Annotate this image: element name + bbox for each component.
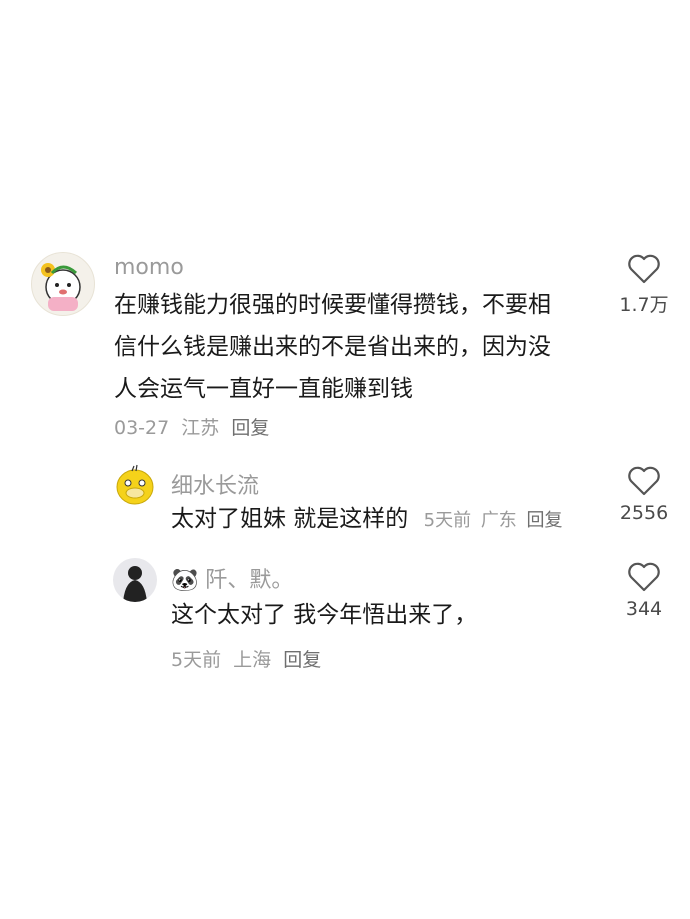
reply-username[interactable]: 阡、默。 bbox=[205, 568, 293, 593]
comment-text-line: 信什么钱是赚出来的不是省出来的，因为没 bbox=[114, 334, 551, 360]
heart-icon bbox=[628, 562, 660, 592]
comment-text-line: 在赚钱能力很强的时候要懂得攒钱，不要相 bbox=[114, 292, 551, 318]
like-button[interactable]: 344 bbox=[599, 562, 689, 620]
reply-date: 5天前 bbox=[171, 649, 222, 671]
comment-location: 江苏 bbox=[181, 417, 220, 439]
reply-meta: 5天前 上海 回复 bbox=[171, 645, 327, 672]
like-button[interactable]: 2556 bbox=[599, 466, 689, 524]
reply-text-row: 太对了姐妹 就是这样的 5天前 广东 回复 bbox=[171, 498, 567, 542]
avatar[interactable] bbox=[113, 463, 157, 507]
comment-text-line: 人会运气一直好一直能赚到钱 bbox=[114, 376, 413, 402]
reply-button[interactable]: 回复 bbox=[283, 649, 321, 671]
like-button[interactable]: 1.7万 bbox=[599, 254, 689, 317]
reply-username-row: 🐼 阡、默。 bbox=[171, 562, 293, 594]
avatar[interactable] bbox=[113, 558, 157, 602]
like-count: 2556 bbox=[619, 502, 669, 524]
reply-text: 太对了姐妹 就是这样的 bbox=[171, 506, 409, 532]
comment-date: 03-27 bbox=[114, 417, 170, 439]
comment-meta: 03-27 江苏 回复 bbox=[114, 413, 275, 440]
heart-icon bbox=[628, 466, 660, 496]
avatar[interactable] bbox=[31, 252, 95, 316]
dark-figure-avatar-icon bbox=[123, 566, 147, 602]
panda-emoji-icon: 🐼 bbox=[171, 568, 199, 593]
comment-text: 在赚钱能力很强的时候要懂得攒钱，不要相 信什么钱是赚出来的不是省出来的，因为没 … bbox=[114, 284, 594, 410]
yellow-duck-avatar-icon bbox=[116, 464, 154, 505]
like-count: 344 bbox=[625, 598, 663, 620]
reply-meta: 5天前 广东 回复 bbox=[424, 510, 567, 531]
reply-text: 这个太对了 我今年悟出来了， bbox=[171, 602, 478, 628]
reply-location: 上海 bbox=[233, 649, 272, 671]
comment-username[interactable]: momo bbox=[114, 255, 184, 280]
reply-location: 广东 bbox=[480, 510, 517, 531]
heart-icon bbox=[628, 254, 660, 284]
reply-date: 5天前 bbox=[423, 510, 472, 531]
reply-username[interactable]: 细水长流 bbox=[171, 468, 259, 500]
reply-button[interactable]: 回复 bbox=[231, 417, 269, 439]
cartoon-flower-face-avatar-icon bbox=[41, 263, 81, 311]
like-count: 1.7万 bbox=[619, 294, 669, 316]
reply-button[interactable]: 回复 bbox=[527, 510, 563, 531]
